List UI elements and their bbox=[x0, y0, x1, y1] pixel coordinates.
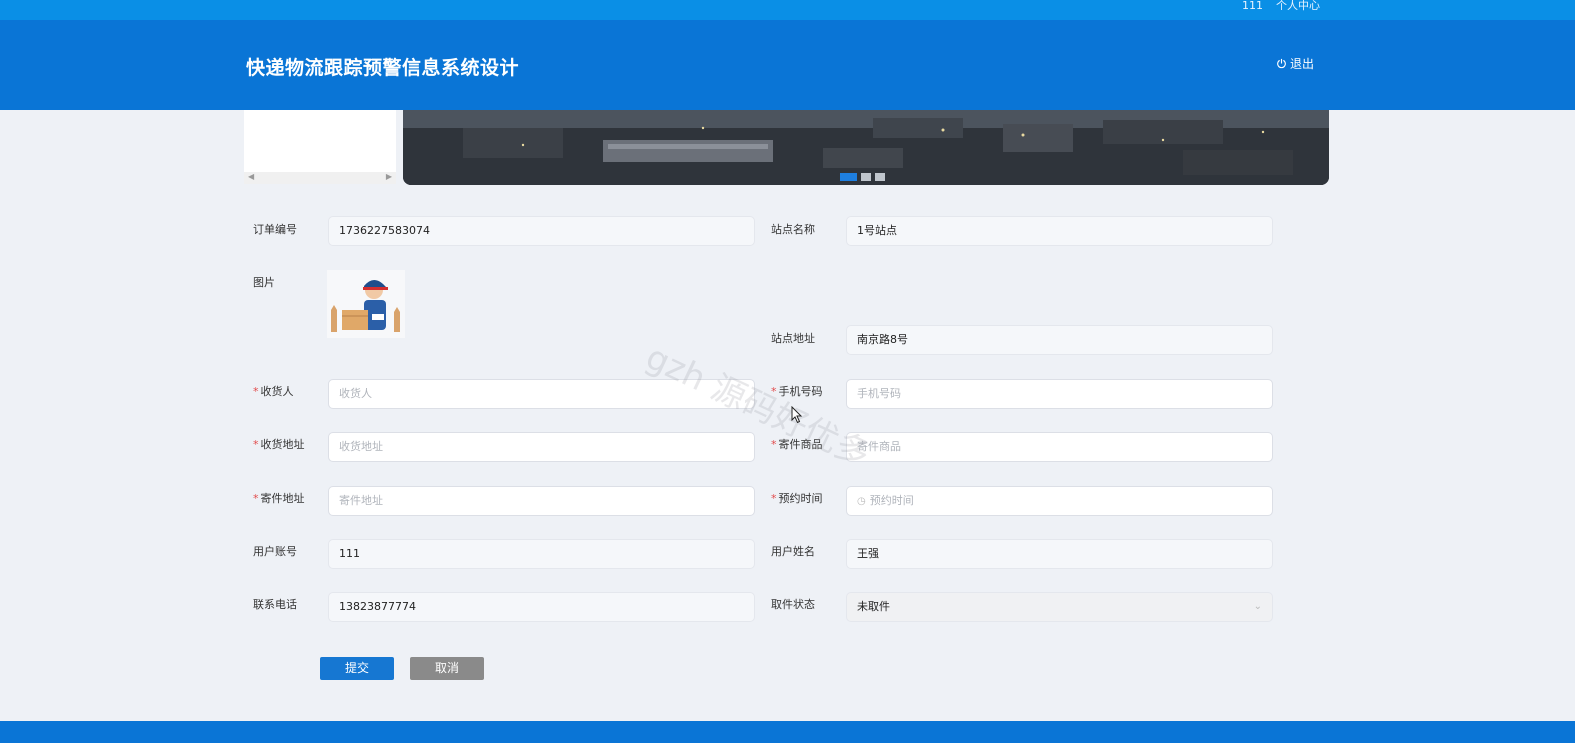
pickup-status-value: 未取件 bbox=[857, 600, 890, 613]
contact-label: 联系电话 bbox=[253, 598, 297, 611]
footer bbox=[0, 721, 1575, 743]
power-icon bbox=[1277, 58, 1286, 69]
top-bar: 111 个人中心 bbox=[0, 0, 1575, 20]
cancel-button[interactable]: 取消 bbox=[410, 657, 484, 680]
pickup-status-select[interactable]: 未取件 ⌄ bbox=[846, 592, 1273, 622]
user-name-label: 用户姓名 bbox=[771, 545, 815, 558]
appt-time-placeholder: 预约时间 bbox=[869, 494, 914, 507]
order-no-input[interactable]: 1736227583074 bbox=[328, 216, 755, 246]
scroll-right-icon[interactable]: ▶ bbox=[386, 172, 392, 181]
appt-time-label: * 预约时间 bbox=[771, 492, 823, 506]
order-no-label: 订单编号 bbox=[253, 223, 297, 236]
sender-addr-input[interactable]: 寄件地址 bbox=[328, 486, 755, 516]
station-name-input[interactable]: 1号站点 bbox=[846, 216, 1273, 246]
user-name-input[interactable]: 王强 bbox=[846, 539, 1273, 569]
scroll-left-icon[interactable]: ◀ bbox=[248, 172, 254, 181]
phone-input[interactable]: 手机号码 bbox=[846, 379, 1273, 409]
banner-carousel bbox=[403, 110, 1329, 185]
mouse-cursor-icon bbox=[791, 406, 803, 424]
receiver-label-text: 收货人 bbox=[260, 385, 294, 398]
logout-label: 退出 bbox=[1290, 57, 1315, 71]
topbar-username[interactable]: 111 bbox=[1242, 0, 1263, 11]
required-mark: * bbox=[771, 438, 777, 451]
carousel-dot[interactable] bbox=[840, 173, 857, 181]
carousel-dot[interactable] bbox=[875, 173, 885, 181]
receiver-addr-label-text: 收货地址 bbox=[260, 438, 305, 451]
required-mark: * bbox=[253, 492, 259, 505]
appt-time-label-text: 预约时间 bbox=[778, 492, 823, 505]
image-label: 图片 bbox=[253, 276, 275, 289]
sender-addr-label: * 寄件地址 bbox=[253, 492, 305, 506]
receiver-addr-label: * 收货地址 bbox=[253, 438, 305, 452]
courier-image[interactable] bbox=[327, 270, 405, 338]
horizontal-scrollbar[interactable]: ◀ ▶ bbox=[244, 172, 396, 184]
appt-time-picker[interactable]: ◷ 预约时间 bbox=[846, 486, 1273, 516]
station-name-label: 站点名称 bbox=[771, 223, 815, 236]
required-mark: * bbox=[253, 438, 259, 451]
submit-button[interactable]: 提交 bbox=[320, 657, 394, 680]
logout-button[interactable]: 退出 bbox=[1276, 55, 1314, 72]
account-input[interactable]: 111 bbox=[328, 539, 755, 569]
station-addr-input[interactable]: 南京路8号 bbox=[846, 325, 1273, 355]
account-label: 用户账号 bbox=[253, 545, 297, 558]
page-title: 快递物流跟踪预警信息系统设计 bbox=[246, 57, 520, 79]
carousel-dot[interactable] bbox=[861, 173, 871, 181]
receiver-addr-input[interactable]: 收货地址 bbox=[328, 432, 755, 462]
contact-input[interactable]: 13823877774 bbox=[328, 592, 755, 622]
carousel-indicators bbox=[840, 173, 885, 181]
chevron-down-icon: ⌄ bbox=[1253, 601, 1262, 612]
required-mark: * bbox=[253, 385, 259, 398]
goods-input[interactable]: 寄件商品 bbox=[846, 432, 1273, 462]
personal-center-link[interactable]: 个人中心 bbox=[1276, 0, 1320, 11]
header: 快递物流跟踪预警信息系统设计 退出 bbox=[0, 20, 1575, 110]
sender-addr-label-text: 寄件地址 bbox=[260, 492, 305, 505]
pickup-status-label: 取件状态 bbox=[771, 598, 815, 611]
receiver-label: * 收货人 bbox=[253, 385, 294, 399]
station-addr-label: 站点地址 bbox=[771, 332, 815, 345]
clock-icon: ◷ bbox=[857, 496, 866, 507]
side-panel bbox=[244, 110, 396, 172]
required-mark: * bbox=[771, 492, 777, 505]
